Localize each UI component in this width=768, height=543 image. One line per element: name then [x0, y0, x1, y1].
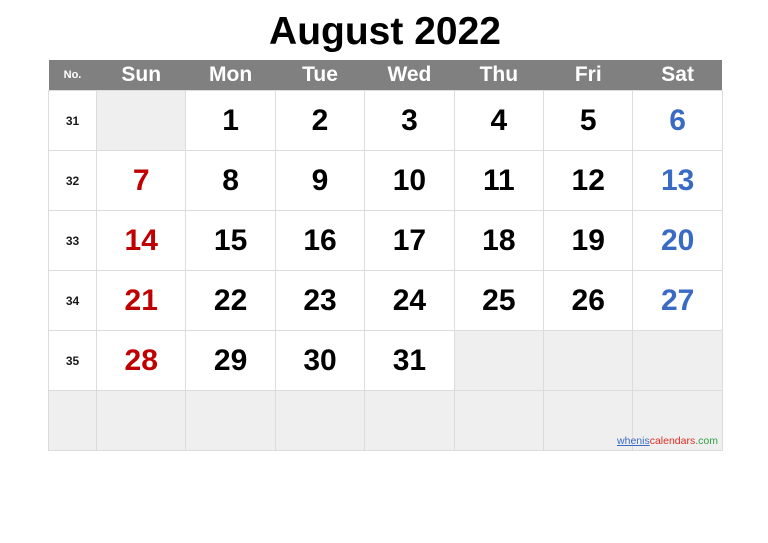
day-cell[interactable]: 27: [632, 270, 723, 331]
calendar-week-row: 34 21 22 23 24 25 26 27: [48, 270, 723, 331]
header-day-wed: Wed: [364, 60, 455, 91]
day-cell[interactable]: 14: [95, 210, 187, 271]
day-cell[interactable]: 8: [185, 150, 276, 211]
day-cell[interactable]: 1: [185, 90, 276, 151]
calendar-week-row: 32 7 8 9 10 11 12 13: [48, 150, 723, 211]
day-cell[interactable]: 22: [185, 270, 276, 331]
day-cell[interactable]: 16: [274, 210, 366, 271]
day-cell[interactable]: 24: [364, 270, 455, 331]
week-number-cell: 31: [48, 90, 97, 151]
week-number-cell: [48, 390, 97, 451]
day-cell-empty: [543, 330, 634, 391]
day-cell-empty: [364, 390, 455, 451]
day-cell[interactable]: 21: [95, 270, 187, 331]
day-cell[interactable]: 7: [95, 150, 187, 211]
day-cell[interactable]: 2: [274, 90, 366, 151]
watermark-part-1: whenis: [617, 435, 650, 447]
calendar-week-row: 35 28 29 30 31: [48, 330, 723, 391]
day-cell[interactable]: 17: [364, 210, 455, 271]
day-cell-empty: [95, 390, 187, 451]
week-number-cell: 33: [48, 210, 97, 271]
header-day-sun: Sun: [96, 60, 186, 91]
day-cell-empty: [185, 390, 276, 451]
header-day-thu: Thu: [454, 60, 544, 91]
day-cell[interactable]: 31: [364, 330, 455, 391]
day-cell[interactable]: 18: [453, 210, 545, 271]
day-cell[interactable]: 19: [543, 210, 634, 271]
day-cell[interactable]: 28: [95, 330, 187, 391]
day-cell-empty: [453, 390, 545, 451]
day-cell[interactable]: 15: [185, 210, 276, 271]
day-cell-empty: [95, 90, 187, 151]
day-cell[interactable]: 23: [274, 270, 366, 331]
day-cell-empty: [453, 330, 545, 391]
day-cell[interactable]: 26: [543, 270, 634, 331]
day-cell-empty: [274, 390, 366, 451]
header-day-fri: Fri: [543, 60, 633, 91]
header-day-tue: Tue: [275, 60, 365, 91]
day-cell[interactable]: 20: [632, 210, 723, 271]
watermark[interactable]: wheniscalendars.com: [617, 435, 718, 447]
week-number-cell: 35: [48, 330, 97, 391]
day-cell[interactable]: 30: [274, 330, 366, 391]
calendar-week-row: 33 14 15 16 17 18 19 20: [48, 210, 723, 271]
day-cell[interactable]: 4: [453, 90, 545, 151]
header-day-sat: Sat: [632, 60, 723, 91]
day-cell[interactable]: 11: [453, 150, 545, 211]
day-cell[interactable]: 6: [632, 90, 723, 151]
header-week-number: No.: [48, 60, 97, 91]
day-cell-empty: [632, 330, 723, 391]
day-cell[interactable]: 9: [274, 150, 366, 211]
calendar-grid: No. Sun Mon Tue Wed Thu Fri Sat 31 1 2 3 4 5 6 32 7 8 9 10…: [48, 60, 723, 451]
day-cell[interactable]: 3: [364, 90, 455, 151]
calendar-body: 31 1 2 3 4 5 6 32 7 8 9 10 11 12 13 33 14 15 16 17 18 19 20 34 2…: [48, 90, 723, 451]
day-cell[interactable]: 12: [543, 150, 634, 211]
page-title: August 2022: [269, 10, 501, 53]
week-number-cell: 34: [48, 270, 97, 331]
header-day-mon: Mon: [185, 60, 276, 91]
calendar-week-row: 31 1 2 3 4 5 6: [48, 90, 723, 151]
watermark-part-3: .com: [695, 435, 718, 447]
day-cell[interactable]: 25: [453, 270, 545, 331]
week-number-cell: 32: [48, 150, 97, 211]
day-cell[interactable]: 5: [543, 90, 634, 151]
calendar-header-row: No. Sun Mon Tue Wed Thu Fri Sat: [48, 60, 723, 91]
day-cell[interactable]: 13: [632, 150, 723, 211]
watermark-part-2: calendars: [649, 435, 696, 447]
day-cell[interactable]: 10: [364, 150, 455, 211]
calendar-page: August 2022 No. Sun Mon Tue Wed Thu Fri Sat 31 1…: [0, 0, 768, 543]
day-cell[interactable]: 29: [185, 330, 276, 391]
